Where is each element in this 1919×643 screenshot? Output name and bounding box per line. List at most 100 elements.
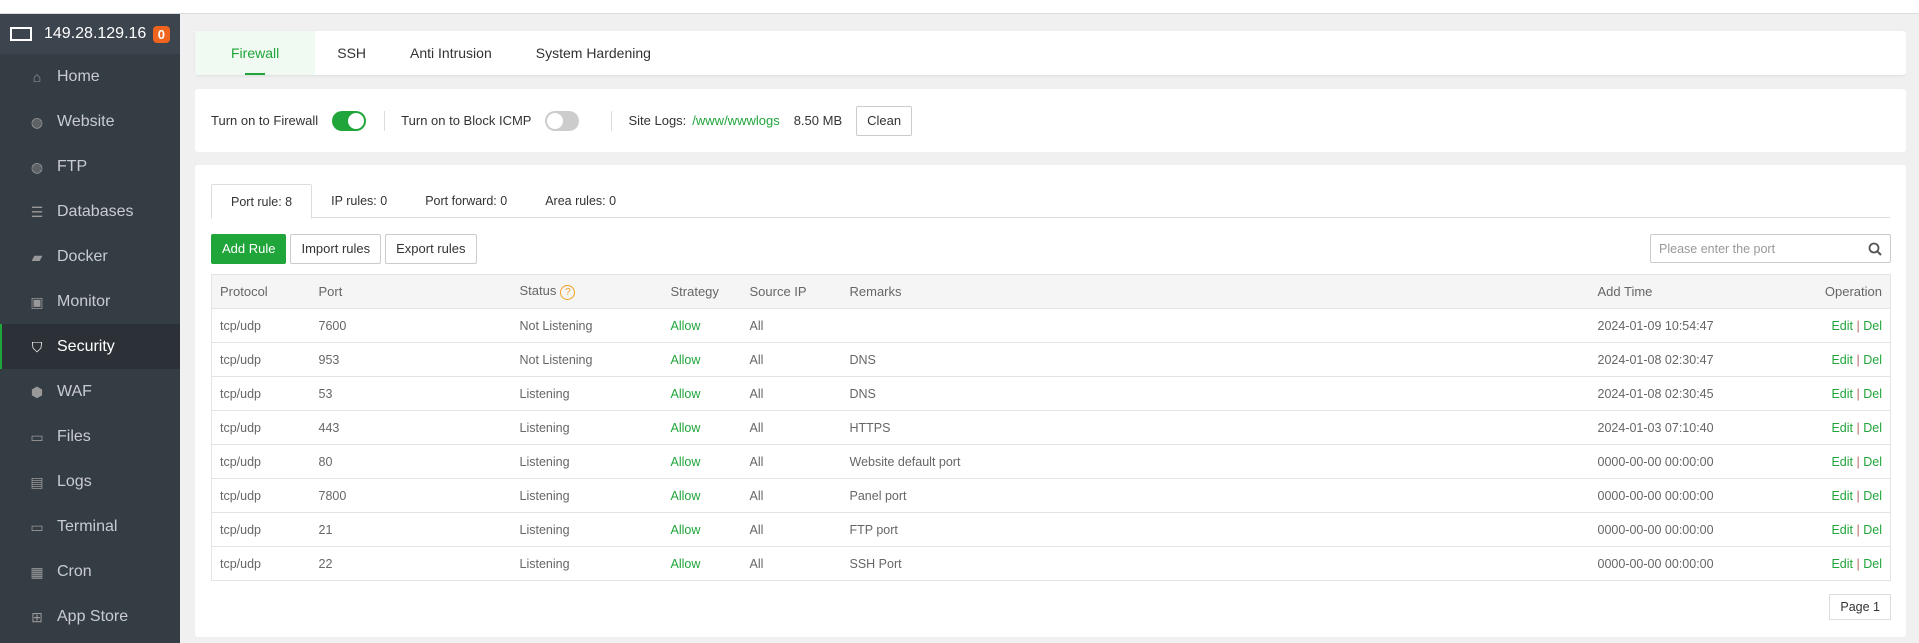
edit-link[interactable]: Edit bbox=[1831, 353, 1853, 367]
cell-source-ip: All bbox=[741, 546, 842, 581]
apps-icon: ⊞ bbox=[31, 608, 43, 625]
firewall-settings: Turn on to Firewall Turn on to Block ICM… bbox=[195, 89, 1906, 152]
cell-add-time: 2024-01-08 02:30:47 bbox=[1589, 342, 1790, 377]
cell-status: Listening bbox=[511, 376, 663, 411]
cell-add-time: 2024-01-08 02:30:45 bbox=[1589, 376, 1790, 411]
delete-link[interactable]: Del bbox=[1863, 523, 1882, 537]
sidebar-item-home[interactable]: ⌂ Home bbox=[0, 54, 180, 99]
cell-strategy: Allow bbox=[662, 410, 742, 445]
help-icon[interactable]: ? bbox=[560, 285, 576, 300]
tab-anti-intrusion[interactable]: Anti Intrusion bbox=[388, 31, 514, 75]
tab-port-forward[interactable]: Port forward: 0 bbox=[406, 184, 526, 217]
tab-firewall[interactable]: Firewall bbox=[195, 31, 316, 75]
sidebar-item-terminal[interactable]: ▭ Terminal bbox=[0, 504, 180, 549]
sidebar-item-security[interactable]: ⛉ Security bbox=[0, 324, 180, 369]
edit-link[interactable]: Edit bbox=[1831, 489, 1853, 503]
delete-link[interactable]: Del bbox=[1863, 557, 1882, 571]
cell-port: 53 bbox=[310, 376, 512, 411]
cell-protocol: tcp/udp bbox=[211, 546, 311, 581]
sidebar-item-label: FTP bbox=[57, 157, 88, 175]
sidebar-item-ftp[interactable]: ◍ FTP bbox=[0, 144, 180, 189]
cell-add-time: 0000-00-00 00:00:00 bbox=[1589, 478, 1790, 513]
cell-protocol: tcp/udp bbox=[211, 410, 311, 445]
waf-icon: ⬢ bbox=[30, 383, 44, 400]
table-row: tcp/udp 953 Not Listening Allow All DNS 2024-0… bbox=[211, 342, 1891, 377]
page-scrollbar[interactable] bbox=[1906, 14, 1919, 643]
cell-port: 7600 bbox=[310, 308, 512, 343]
cell-source-ip: All bbox=[741, 410, 842, 445]
tab-ssh[interactable]: SSH bbox=[315, 31, 388, 75]
sidebar-item-label: Home bbox=[57, 67, 100, 85]
icmp-toggle[interactable] bbox=[545, 110, 580, 131]
clean-logs-button[interactable]: Clean bbox=[856, 105, 913, 136]
delete-link[interactable]: Del bbox=[1863, 455, 1882, 469]
export-rules-button[interactable]: Export rules bbox=[385, 234, 477, 264]
monitor-icon bbox=[10, 27, 32, 41]
server-ip: 149.28.129.16 bbox=[44, 25, 147, 42]
col-status: Status? bbox=[511, 274, 663, 309]
table-row: tcp/udp 22 Listening Allow All SSH Port 0000-0… bbox=[211, 546, 1891, 581]
edit-link[interactable]: Edit bbox=[1831, 557, 1853, 571]
cell-operation: Edit | Del bbox=[1789, 444, 1891, 479]
sidebar-item-label: Cron bbox=[57, 562, 92, 580]
delete-link[interactable]: Del bbox=[1863, 319, 1882, 333]
search-icon[interactable] bbox=[1868, 242, 1882, 256]
sidebar-item-docker[interactable]: ▰ Docker bbox=[0, 234, 180, 279]
terminal-icon: ▭ bbox=[30, 518, 44, 535]
edit-link[interactable]: Edit bbox=[1831, 455, 1853, 469]
sidebar-item-cron[interactable]: ▦ Cron bbox=[0, 549, 180, 594]
delete-link[interactable]: Del bbox=[1863, 489, 1882, 503]
ftp-icon: ◍ bbox=[30, 158, 44, 175]
security-tabs: Firewall SSH Anti Intrusion System Harde… bbox=[195, 31, 1906, 75]
site-logs-path-link[interactable]: /www/wwwlogs bbox=[692, 113, 779, 128]
cell-protocol: tcp/udp bbox=[211, 444, 311, 479]
delete-link[interactable]: Del bbox=[1863, 387, 1882, 401]
server-header[interactable]: 149.28.129.16 0 bbox=[0, 14, 180, 54]
home-icon: ⌂ bbox=[32, 68, 42, 85]
edit-link[interactable]: Edit bbox=[1831, 319, 1853, 333]
cell-port: 21 bbox=[310, 512, 512, 547]
port-search-input[interactable]: Please enter the port bbox=[1650, 234, 1891, 263]
notification-badge[interactable]: 0 bbox=[152, 25, 170, 43]
separator: | bbox=[1856, 488, 1860, 503]
col-strategy: Strategy bbox=[662, 274, 742, 309]
edit-link[interactable]: Edit bbox=[1831, 421, 1853, 435]
site-logs-size: 8.50 MB bbox=[793, 113, 843, 128]
page-indicator[interactable]: Page 1 bbox=[1829, 594, 1891, 620]
delete-link[interactable]: Del bbox=[1863, 421, 1882, 435]
divider bbox=[384, 110, 386, 131]
add-rule-button[interactable]: Add Rule bbox=[211, 234, 287, 264]
delete-link[interactable]: Del bbox=[1863, 353, 1882, 367]
tab-area-rules[interactable]: Area rules: 0 bbox=[526, 184, 635, 217]
cell-add-time: 2024-01-03 07:10:40 bbox=[1589, 410, 1790, 445]
cell-operation: Edit | Del bbox=[1789, 410, 1891, 445]
col-protocol: Protocol bbox=[211, 274, 311, 309]
globe-icon: ◍ bbox=[30, 113, 44, 130]
cell-strategy: Allow bbox=[662, 444, 742, 479]
cell-remarks: HTTPS bbox=[841, 410, 1590, 445]
folder-icon: ▭ bbox=[30, 428, 44, 445]
sidebar-item-app-store[interactable]: ⊞ App Store bbox=[0, 594, 180, 639]
edit-link[interactable]: Edit bbox=[1831, 523, 1853, 537]
sidebar-item-logs[interactable]: ▤ Logs bbox=[0, 459, 180, 504]
sidebar-item-files[interactable]: ▭ Files bbox=[0, 414, 180, 459]
import-rules-button[interactable]: Import rules bbox=[290, 234, 382, 264]
cell-source-ip: All bbox=[741, 342, 842, 377]
separator: | bbox=[1856, 318, 1860, 333]
cell-status: Listening bbox=[511, 444, 663, 479]
edit-link[interactable]: Edit bbox=[1831, 387, 1853, 401]
col-remarks: Remarks bbox=[841, 274, 1590, 309]
sidebar-item-waf[interactable]: ⬢ WAF bbox=[0, 369, 180, 414]
sidebar-item-monitor[interactable]: ▣ Monitor bbox=[0, 279, 180, 324]
sidebar-item-databases[interactable]: ☰ Databases bbox=[0, 189, 180, 234]
cell-port: 953 bbox=[310, 342, 512, 377]
sidebar-item-label: Security bbox=[57, 337, 115, 355]
firewall-toggle[interactable] bbox=[332, 110, 367, 131]
sidebar-item-website[interactable]: ◍ Website bbox=[0, 99, 180, 144]
tab-system-hardening[interactable]: System Hardening bbox=[514, 31, 673, 75]
cell-strategy: Allow bbox=[662, 546, 742, 581]
separator: | bbox=[1856, 556, 1860, 571]
tab-ip-rules[interactable]: IP rules: 0 bbox=[312, 184, 406, 217]
tab-port-rules[interactable]: Port rule: 8 bbox=[211, 184, 313, 219]
monitor-icon: ▣ bbox=[30, 293, 44, 310]
